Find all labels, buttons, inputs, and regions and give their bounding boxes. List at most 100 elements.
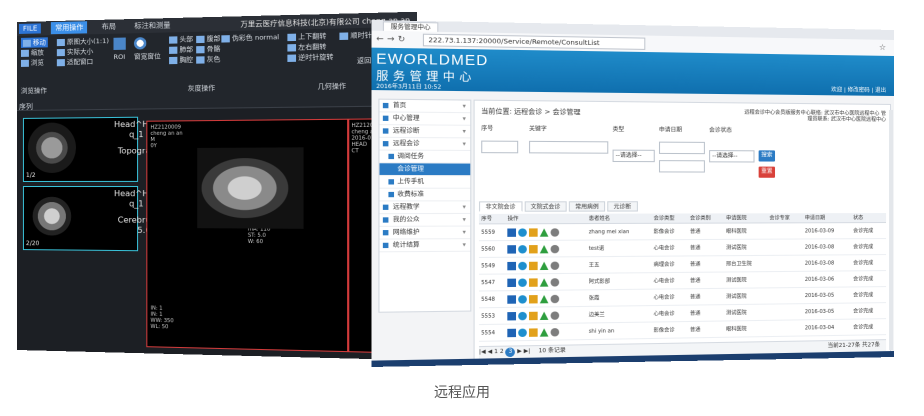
reset-button[interactable]: 返回	[357, 55, 371, 66]
prev-page-icon[interactable]: ◀	[488, 349, 493, 355]
sidebar-item[interactable]: 中心管理 ▾	[379, 112, 471, 126]
page-scrollbar[interactable]	[889, 109, 894, 351]
browse-tool[interactable]: 浏览	[20, 57, 48, 68]
fit-window-button[interactable]: 适配窗口	[56, 56, 109, 67]
cancel-icon[interactable]	[550, 261, 560, 270]
view-icon[interactable]	[518, 261, 528, 270]
col-header[interactable]: 状态	[851, 213, 887, 223]
document-icon[interactable]	[507, 328, 517, 337]
upload-icon[interactable]	[540, 294, 549, 303]
col-header[interactable]: 会诊专家	[767, 213, 803, 223]
col-header[interactable]: 序号	[478, 213, 506, 224]
document-icon[interactable]	[507, 294, 517, 304]
view-icon[interactable]	[518, 227, 528, 237]
page-link[interactable]: 1	[494, 349, 498, 355]
view-icon[interactable]	[518, 311, 528, 320]
sidebar-item[interactable]: 上传手机	[379, 176, 471, 189]
preset-lung[interactable]: 肺部	[169, 44, 193, 55]
sidebar-item[interactable]: 首页 ▾	[379, 99, 471, 114]
preset-chest[interactable]: 胸腔	[169, 54, 193, 65]
zoom-tool[interactable]: 缩放	[20, 47, 48, 58]
document-icon[interactable]	[507, 244, 517, 254]
mail-icon[interactable]	[529, 244, 538, 253]
series-thumbnail[interactable]: Head^HeadSe q_1 (Adult) CerebrumSeq 5.0 …	[22, 186, 174, 252]
last-page-icon[interactable]: ▶|	[524, 348, 531, 354]
tab-non-hospital[interactable]: 非文院会诊	[478, 201, 522, 212]
tab-common-cases[interactable]: 常用病例	[568, 201, 606, 212]
preset-abdomen[interactable]: 腹部	[196, 33, 220, 44]
sidebar-item[interactable]: 远程诊断 ▾	[379, 125, 471, 139]
tab-file[interactable]: FILE	[18, 23, 42, 34]
forward-icon[interactable]: →	[387, 34, 398, 44]
document-icon[interactable]	[507, 227, 517, 237]
document-icon[interactable]	[507, 261, 517, 270]
star-icon[interactable]: ☆	[879, 43, 886, 52]
cancel-icon[interactable]	[550, 277, 560, 287]
sidebar-item[interactable]: 我的公众 ▾	[379, 213, 471, 227]
sidebar-item[interactable]: 远程教学 ▾	[379, 201, 471, 215]
id-filter-input[interactable]	[481, 140, 519, 154]
tab-hospital[interactable]: 文院式会诊	[524, 201, 567, 212]
mail-icon[interactable]	[529, 327, 538, 337]
document-icon[interactable]	[507, 311, 517, 320]
col-header[interactable]: 会诊类型	[651, 213, 688, 224]
cancel-icon[interactable]	[550, 327, 560, 336]
date-from-input[interactable]	[658, 141, 705, 155]
cancel-icon[interactable]	[550, 294, 560, 303]
search-button[interactable]: 搜索	[758, 150, 776, 162]
sidebar-item[interactable]: 网络维护 ▾	[379, 226, 471, 240]
type-select[interactable]: --请选择--	[612, 149, 655, 163]
upload-icon[interactable]	[540, 227, 549, 237]
sidebar-item[interactable]: 调阅任务	[379, 150, 471, 164]
view-icon[interactable]	[518, 328, 528, 337]
view-icon[interactable]	[518, 277, 528, 287]
cancel-icon[interactable]	[550, 227, 560, 237]
sidebar-item[interactable]: 远程会诊 ▾	[379, 137, 471, 151]
pseudo-color-button[interactable]: 伪彩色 normal	[221, 32, 279, 44]
mail-icon[interactable]	[529, 294, 538, 303]
upload-icon[interactable]	[540, 327, 549, 337]
original-size-button[interactable]: 原图大小(1:1)	[56, 36, 109, 47]
url-field[interactable]: 222.73.1.137:20000/Service/Remote/Consul…	[422, 33, 646, 50]
cancel-icon[interactable]	[550, 310, 560, 320]
view-icon[interactable]	[518, 294, 528, 304]
tab-cloud-diagnosis[interactable]: 元诊断	[607, 201, 638, 212]
view-icon[interactable]	[518, 244, 528, 253]
mail-icon[interactable]	[529, 261, 538, 270]
mail-icon[interactable]	[529, 277, 538, 287]
window-level-button[interactable]: 窗宽窗位	[133, 37, 161, 62]
roi-button[interactable]: ROI	[113, 37, 127, 62]
series-thumbnail[interactable]: Head^HeadSe q_1 (Adult) Topogram 1.0 T20…	[22, 116, 174, 182]
keyword-filter-input[interactable]	[529, 140, 609, 154]
col-header[interactable]: 会诊类别	[687, 213, 725, 224]
page-link[interactable]: 2	[500, 349, 504, 355]
current-page[interactable]: 3	[505, 347, 516, 358]
preset-head[interactable]: 头部	[169, 34, 193, 45]
mail-icon[interactable]	[529, 227, 538, 237]
tab-layout[interactable]: 布局	[98, 20, 120, 33]
back-icon[interactable]: ←	[376, 34, 387, 44]
move-tool[interactable]: 移动	[20, 37, 48, 48]
sidebar-item[interactable]: 收费标准	[379, 188, 471, 202]
main-viewport[interactable]: HZ2120009 cheng an an M 0Y IN: 1 IN: 1 W…	[146, 118, 349, 353]
header-links[interactable]: 欢迎 | 修改密码 | 退出	[831, 85, 886, 94]
sidebar-item[interactable]: 会诊管理	[379, 163, 471, 177]
col-header[interactable]: 申请医院	[724, 213, 768, 224]
tab-common-ops[interactable]: 常用操作	[51, 21, 88, 35]
first-page-icon[interactable]: |◀	[479, 349, 486, 355]
preset-bone[interactable]: 骨骼	[196, 44, 220, 55]
cancel-icon[interactable]	[550, 244, 560, 253]
tab-annotation[interactable]: 标注和测量	[130, 19, 174, 32]
document-icon[interactable]	[507, 278, 517, 287]
page-size-select[interactable]: 10	[539, 348, 547, 354]
date-to-input[interactable]	[658, 160, 705, 173]
col-header[interactable]: 患者姓名	[586, 213, 652, 224]
next-page-icon[interactable]: ▶	[517, 348, 522, 354]
preset-gray[interactable]: 灰色	[196, 54, 220, 65]
rotate-ccw-button[interactable]: 逆时针旋转	[287, 52, 333, 63]
upload-icon[interactable]	[540, 277, 549, 287]
reset-button[interactable]: 重置	[758, 166, 776, 178]
sidebar-item[interactable]: 统计结算 ▾	[379, 239, 471, 253]
status-select[interactable]: --请选择--	[709, 150, 755, 163]
mail-icon[interactable]	[529, 311, 538, 320]
